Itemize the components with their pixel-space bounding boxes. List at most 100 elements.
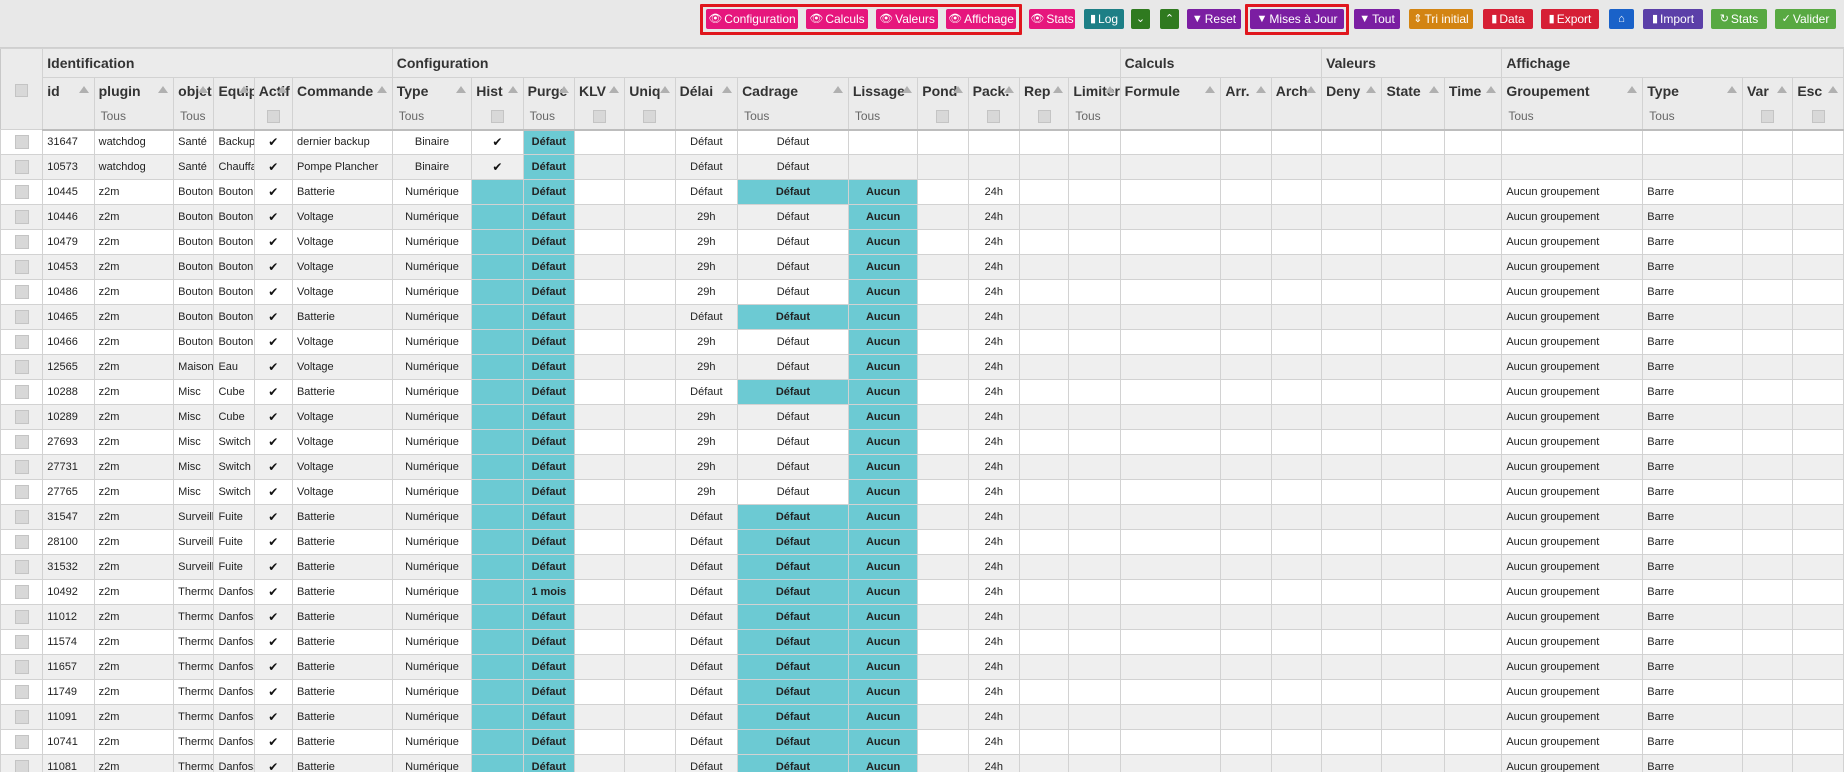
- cell-esc[interactable]: [1792, 254, 1844, 280]
- col-time[interactable]: Time: [1443, 77, 1503, 104]
- filter-groupement[interactable]: Tous: [1501, 103, 1644, 131]
- cell-klv[interactable]: [573, 154, 626, 180]
- cell-esc[interactable]: [1792, 179, 1844, 205]
- cell-hist[interactable]: [471, 304, 524, 330]
- cell-pond[interactable]: [917, 729, 969, 755]
- cell-time[interactable]: [1443, 179, 1503, 205]
- cell-actif[interactable]: ✔: [253, 454, 293, 480]
- cell-purge[interactable]: Défaut: [522, 604, 575, 630]
- cell-id[interactable]: 10486: [42, 279, 95, 305]
- cell-pack[interactable]: 24h: [967, 754, 1020, 772]
- cell-arch[interactable]: [1270, 679, 1323, 705]
- cell-lissage[interactable]: Aucun: [847, 354, 919, 380]
- cell-limiter[interactable]: [1068, 354, 1121, 380]
- cell-limiter[interactable]: [1068, 479, 1121, 505]
- cell-limiter[interactable]: [1068, 304, 1121, 330]
- cell-plugin[interactable]: z2m: [93, 179, 175, 205]
- cell-klv[interactable]: [573, 254, 626, 280]
- cell-type[interactable]: Numérique: [391, 604, 473, 630]
- cell-equip[interactable]: Danfoss: [213, 754, 255, 772]
- cell-arr[interactable]: [1220, 629, 1272, 655]
- cell-actif[interactable]: ✔: [253, 479, 293, 505]
- cell-hist[interactable]: [471, 704, 524, 730]
- valeurs-button[interactable]: 👁 Valeurs: [876, 9, 938, 29]
- cell-lissage[interactable]: Aucun: [847, 729, 919, 755]
- row-checkbox[interactable]: [14, 710, 29, 724]
- cell-type-affichage[interactable]: Barre: [1642, 654, 1743, 680]
- cell-time[interactable]: [1443, 279, 1503, 305]
- cell-limiter[interactable]: [1068, 179, 1121, 205]
- cell-state[interactable]: [1381, 679, 1445, 705]
- cell-type[interactable]: Numérique: [391, 354, 473, 380]
- cell-id[interactable]: 11657: [42, 654, 95, 680]
- cell-hist[interactable]: [471, 354, 524, 380]
- table-row[interactable]: 10573watchdogSantéChauffage✔Pompe Planch…: [0, 154, 1844, 180]
- cell-objet[interactable]: Santé: [173, 129, 215, 155]
- table-row[interactable]: 11749z2mThermostatDanfoss✔BatterieNuméri…: [0, 679, 1844, 705]
- cell-var[interactable]: [1741, 554, 1794, 580]
- cell-lissage[interactable]: [847, 129, 919, 155]
- row-select-cell[interactable]: [0, 654, 44, 680]
- cell-hist[interactable]: [471, 604, 524, 630]
- cell-klv[interactable]: [573, 229, 626, 255]
- cell-var[interactable]: [1741, 604, 1794, 630]
- cell-type-affichage[interactable]: [1642, 154, 1743, 180]
- cell-type[interactable]: Binaire: [391, 129, 473, 155]
- cell-time[interactable]: [1443, 204, 1503, 230]
- cell-arr[interactable]: [1220, 354, 1272, 380]
- cell-type-affichage[interactable]: Barre: [1642, 204, 1743, 230]
- cell-formule[interactable]: [1119, 429, 1222, 455]
- cell-pack[interactable]: 24h: [967, 429, 1020, 455]
- col-limiter[interactable]: Limiter: [1068, 77, 1121, 104]
- table-row[interactable]: 10486 z2m Bouton Bouton ✔ Voltage Numérique Déf…: [0, 279, 1844, 305]
- cell-rep[interactable]: [1018, 379, 1070, 405]
- cell-deny[interactable]: [1321, 304, 1383, 330]
- cell-equip[interactable]: Bouton: [213, 179, 255, 205]
- cell-uniq[interactable]: [624, 179, 676, 205]
- cell-pond[interactable]: [917, 704, 969, 730]
- filter-purge[interactable]: Tous: [522, 103, 575, 131]
- cell-arch[interactable]: [1270, 354, 1323, 380]
- cell-pack[interactable]: [967, 154, 1020, 180]
- cell-plugin[interactable]: z2m: [93, 554, 175, 580]
- cell-pond[interactable]: [917, 304, 969, 330]
- cell-delai[interactable]: Défaut: [674, 679, 739, 705]
- cell-hist[interactable]: ✔: [471, 154, 524, 180]
- cell-lissage[interactable]: Aucun: [847, 654, 919, 680]
- cell-rep[interactable]: [1018, 179, 1070, 205]
- cell-limiter[interactable]: [1068, 629, 1121, 655]
- cell-limiter[interactable]: [1068, 429, 1121, 455]
- cell-time[interactable]: [1443, 754, 1503, 772]
- cell-type-affichage[interactable]: Barre: [1642, 379, 1743, 405]
- filter-pack-checkbox[interactable]: [987, 110, 1001, 124]
- table-row[interactable]: 10289 z2m Misc Cube ✔ Voltage Numérique Défaut 2…: [0, 404, 1844, 430]
- cell-type[interactable]: Numérique: [391, 704, 473, 730]
- cell-id[interactable]: 10453: [42, 254, 95, 280]
- cell-pack[interactable]: 24h: [967, 504, 1020, 530]
- cell-uniq[interactable]: [624, 629, 676, 655]
- cell-arch[interactable]: [1270, 704, 1323, 730]
- cell-purge[interactable]: 1 mois: [522, 579, 575, 605]
- cell-deny[interactable]: [1321, 254, 1383, 280]
- filter-plugin[interactable]: Tous: [93, 103, 175, 131]
- cell-hist[interactable]: [471, 204, 524, 230]
- cell-purge[interactable]: Défaut: [522, 379, 575, 405]
- row-select-cell[interactable]: [0, 504, 44, 530]
- cell-objet[interactable]: Thermostat: [173, 754, 215, 772]
- row-select-cell[interactable]: [0, 329, 44, 355]
- cell-state[interactable]: [1381, 379, 1445, 405]
- cell-groupement[interactable]: Aucun groupement: [1501, 704, 1644, 730]
- cell-state[interactable]: [1381, 204, 1445, 230]
- cell-delai[interactable]: Défaut: [674, 629, 739, 655]
- row-select-cell[interactable]: [0, 529, 44, 555]
- cell-id[interactable]: 10465: [42, 304, 95, 330]
- cell-type[interactable]: Numérique: [391, 229, 473, 255]
- cell-lissage[interactable]: Aucun: [847, 254, 919, 280]
- cell-type[interactable]: Numérique: [391, 754, 473, 772]
- cell-lissage[interactable]: Aucun: [847, 429, 919, 455]
- cell-time[interactable]: [1443, 604, 1503, 630]
- cell-commande[interactable]: Batterie: [291, 504, 393, 530]
- cell-type-affichage[interactable]: Barre: [1642, 354, 1743, 380]
- row-checkbox[interactable]: [14, 485, 29, 499]
- cell-type[interactable]: Numérique: [391, 504, 473, 530]
